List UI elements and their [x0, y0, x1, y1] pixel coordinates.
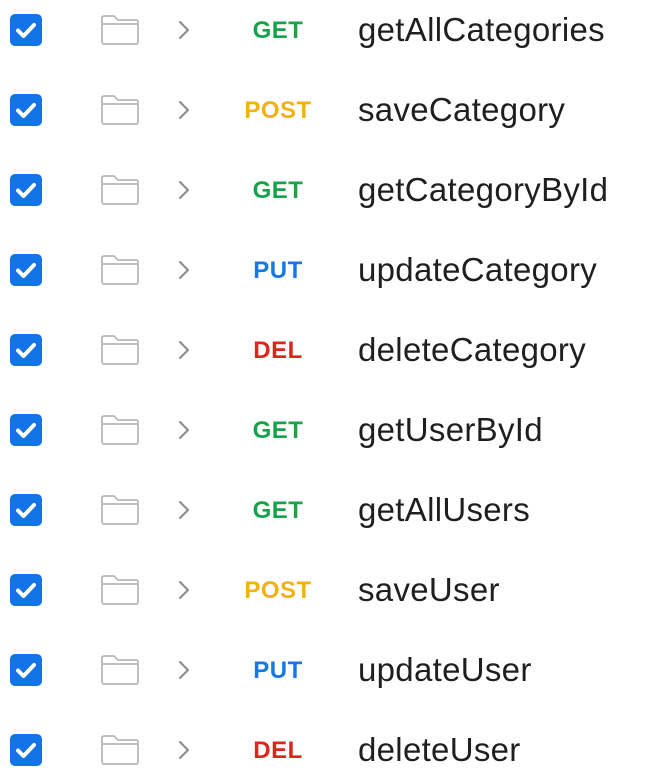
request-name[interactable]: getUserById — [358, 412, 543, 448]
folder-icon[interactable] — [100, 254, 140, 286]
checkmark-icon — [16, 503, 36, 518]
request-checkbox[interactable] — [10, 94, 42, 126]
checkmark-icon — [16, 663, 36, 678]
http-method-badge: GET — [252, 417, 304, 444]
folder-icon[interactable] — [100, 334, 140, 366]
request-row[interactable]: GET getAllUsers — [0, 480, 669, 540]
folder-icon[interactable] — [100, 94, 140, 126]
checkmark-icon — [16, 743, 36, 758]
checkmark-icon — [16, 23, 36, 38]
request-name[interactable]: updateCategory — [358, 252, 597, 288]
request-row[interactable]: PUT updateCategory — [0, 240, 669, 300]
chevron-right-icon[interactable] — [176, 338, 192, 362]
checkmark-icon — [16, 583, 36, 598]
request-checkbox[interactable] — [10, 494, 42, 526]
chevron-right-icon[interactable] — [176, 578, 192, 602]
checkmark-icon — [16, 423, 36, 438]
request-name[interactable]: deleteUser — [358, 732, 521, 768]
http-method-badge: GET — [252, 497, 304, 524]
http-method-badge: PUT — [253, 257, 303, 284]
folder-icon[interactable] — [100, 734, 140, 766]
checkmark-icon — [16, 263, 36, 278]
request-checkbox[interactable] — [10, 334, 42, 366]
chevron-right-icon[interactable] — [176, 178, 192, 202]
chevron-right-icon[interactable] — [176, 418, 192, 442]
chevron-right-icon[interactable] — [176, 258, 192, 282]
request-name[interactable]: saveCategory — [358, 92, 565, 128]
request-checkbox[interactable] — [10, 254, 42, 286]
folder-icon[interactable] — [100, 654, 140, 686]
request-row[interactable]: POST saveCategory — [0, 80, 669, 140]
request-row[interactable]: GET getAllCategories — [0, 0, 669, 60]
chevron-right-icon[interactable] — [176, 18, 192, 42]
folder-icon[interactable] — [100, 414, 140, 446]
chevron-right-icon[interactable] — [176, 658, 192, 682]
request-checkbox[interactable] — [10, 414, 42, 446]
request-name[interactable]: deleteCategory — [358, 332, 586, 368]
folder-icon[interactable] — [100, 574, 140, 606]
request-checkbox[interactable] — [10, 174, 42, 206]
checkmark-icon — [16, 183, 36, 198]
http-method-badge: PUT — [253, 657, 303, 684]
request-checkbox[interactable] — [10, 14, 42, 46]
request-row[interactable]: POST saveUser — [0, 560, 669, 620]
checkmark-icon — [16, 103, 36, 118]
http-method-badge: GET — [252, 17, 304, 44]
http-method-badge: POST — [244, 577, 312, 604]
request-name[interactable]: getAllUsers — [358, 492, 530, 528]
chevron-right-icon[interactable] — [176, 498, 192, 522]
folder-icon[interactable] — [100, 14, 140, 46]
chevron-right-icon[interactable] — [176, 98, 192, 122]
http-method-badge: POST — [244, 97, 312, 124]
request-row[interactable]: DEL deleteUser — [0, 720, 669, 780]
folder-icon[interactable] — [100, 174, 140, 206]
request-name[interactable]: updateUser — [358, 652, 532, 688]
request-checkbox[interactable] — [10, 654, 42, 686]
request-row[interactable]: GET getCategoryById — [0, 160, 669, 220]
request-checkbox[interactable] — [10, 734, 42, 766]
folder-icon[interactable] — [100, 494, 140, 526]
chevron-right-icon[interactable] — [176, 738, 192, 762]
request-name[interactable]: getAllCategories — [358, 12, 605, 48]
http-method-badge: GET — [252, 177, 304, 204]
request-row[interactable]: GET getUserById — [0, 400, 669, 460]
http-method-badge: DEL — [253, 737, 303, 764]
request-row[interactable]: PUT updateUser — [0, 640, 669, 700]
request-row[interactable]: DEL deleteCategory — [0, 320, 669, 380]
checkmark-icon — [16, 343, 36, 358]
request-name[interactable]: saveUser — [358, 572, 500, 608]
http-method-badge: DEL — [253, 337, 303, 364]
request-name[interactable]: getCategoryById — [358, 172, 608, 208]
request-checkbox[interactable] — [10, 574, 42, 606]
